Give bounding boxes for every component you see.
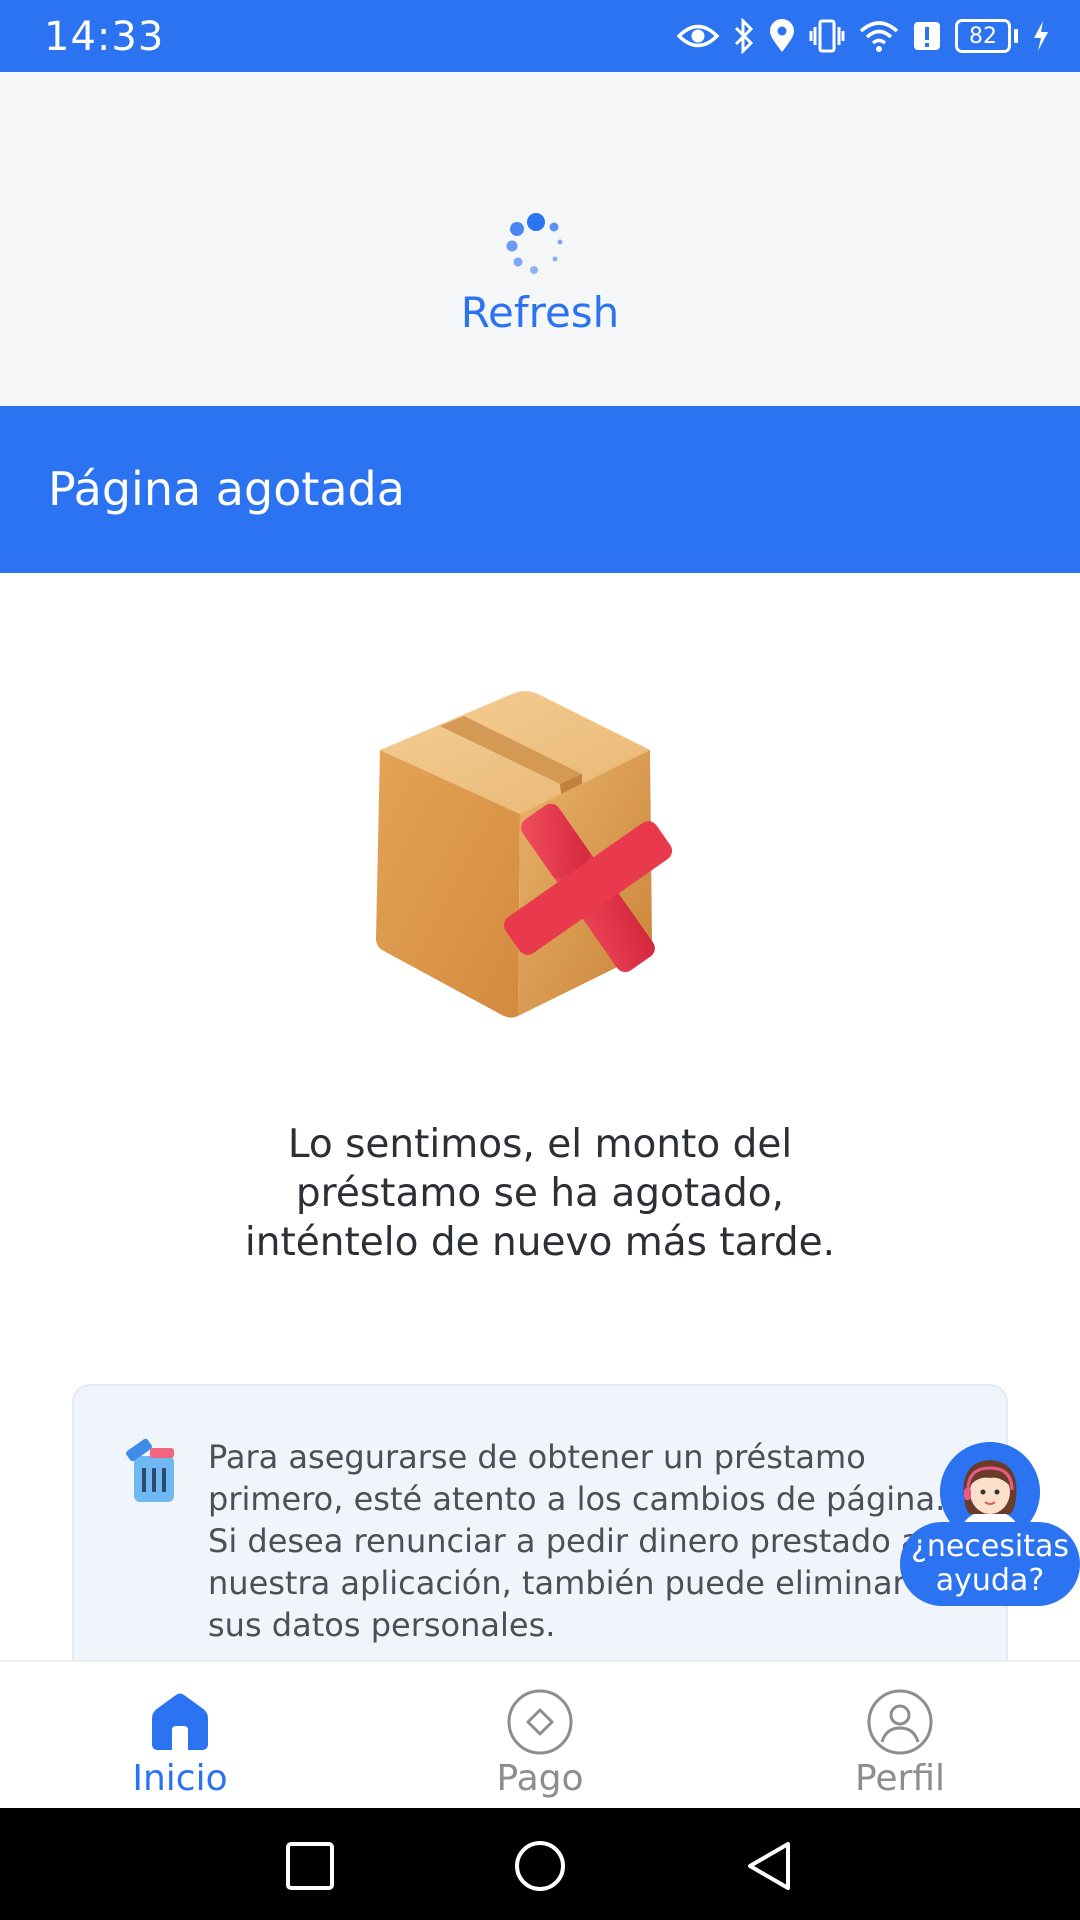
empty-box-illustration	[376, 691, 673, 1018]
info-text: Para asegurarse de obtener un préstamo p…	[208, 1436, 988, 1646]
pull-to-refresh-area[interactable]: Refresh	[0, 72, 1080, 406]
sold-out-message: Lo sentimos, el monto del préstamo se ha…	[140, 1120, 940, 1267]
location-icon	[770, 19, 794, 52]
back-triangle-icon[interactable]	[742, 1838, 798, 1894]
page-header: Página agotada	[0, 406, 1080, 573]
help-label-line-2: ayuda?	[935, 1563, 1045, 1598]
battery-level: 82	[955, 19, 1011, 53]
payment-icon	[507, 1689, 573, 1755]
system-navigation-bar	[0, 1808, 1080, 1920]
nav-label-pago: Pago	[496, 1758, 584, 1799]
message-line-1: Lo sentimos, el monto del	[287, 1122, 793, 1167]
message-line-2: préstamo se ha agotado,	[295, 1171, 785, 1216]
status-bar: 14:33 82	[0, 0, 1080, 72]
info-line-5: sus datos personales.	[208, 1606, 556, 1644]
trash-icon	[126, 1438, 174, 1502]
info-line-3: Si desea renunciar a pedir dinero presta…	[208, 1522, 921, 1560]
info-line-4: nuestra aplicación, también puede elimin…	[208, 1564, 906, 1602]
nav-item-perfil[interactable]: Perfil	[800, 1662, 1000, 1810]
status-time: 14:33	[44, 14, 165, 60]
wifi-icon	[859, 21, 899, 52]
charging-icon	[1034, 21, 1048, 51]
home-icon	[152, 1693, 208, 1750]
refresh-label: Refresh	[460, 288, 620, 337]
alert-icon	[914, 22, 940, 50]
bluetooth-icon	[734, 18, 754, 54]
info-line-1: Para asegurarse de obtener un préstamo	[208, 1438, 866, 1476]
eye-icon	[677, 24, 719, 48]
profile-icon	[867, 1689, 933, 1755]
info-line-2: primero, esté atento a los cambios de pá…	[208, 1480, 946, 1518]
nav-label-perfil: Perfil	[854, 1758, 946, 1799]
bottom-navigation: Inicio Pago Perfil	[0, 1660, 1080, 1808]
battery-icon: 82	[955, 19, 1018, 53]
message-line-3: inténtelo de nuevo más tarde.	[244, 1220, 836, 1265]
nav-item-pago[interactable]: Pago	[440, 1662, 640, 1810]
delete-data-info-card[interactable]: Para asegurarse de obtener un préstamo p…	[72, 1384, 1008, 1684]
help-label-line-1: ¿necesitas	[910, 1529, 1070, 1564]
home-circle-icon[interactable]	[512, 1838, 568, 1894]
status-icons: 82	[677, 14, 1050, 58]
loading-spinner-icon	[506, 213, 563, 274]
page-title: Página agotada	[48, 462, 405, 516]
nav-label-inicio: Inicio	[132, 1758, 228, 1799]
recent-apps-icon[interactable]	[282, 1838, 338, 1894]
help-button[interactable]: ¿necesitas ayuda?	[900, 1522, 1080, 1606]
nav-item-inicio[interactable]: Inicio	[80, 1662, 280, 1810]
vibrate-icon	[809, 19, 845, 53]
